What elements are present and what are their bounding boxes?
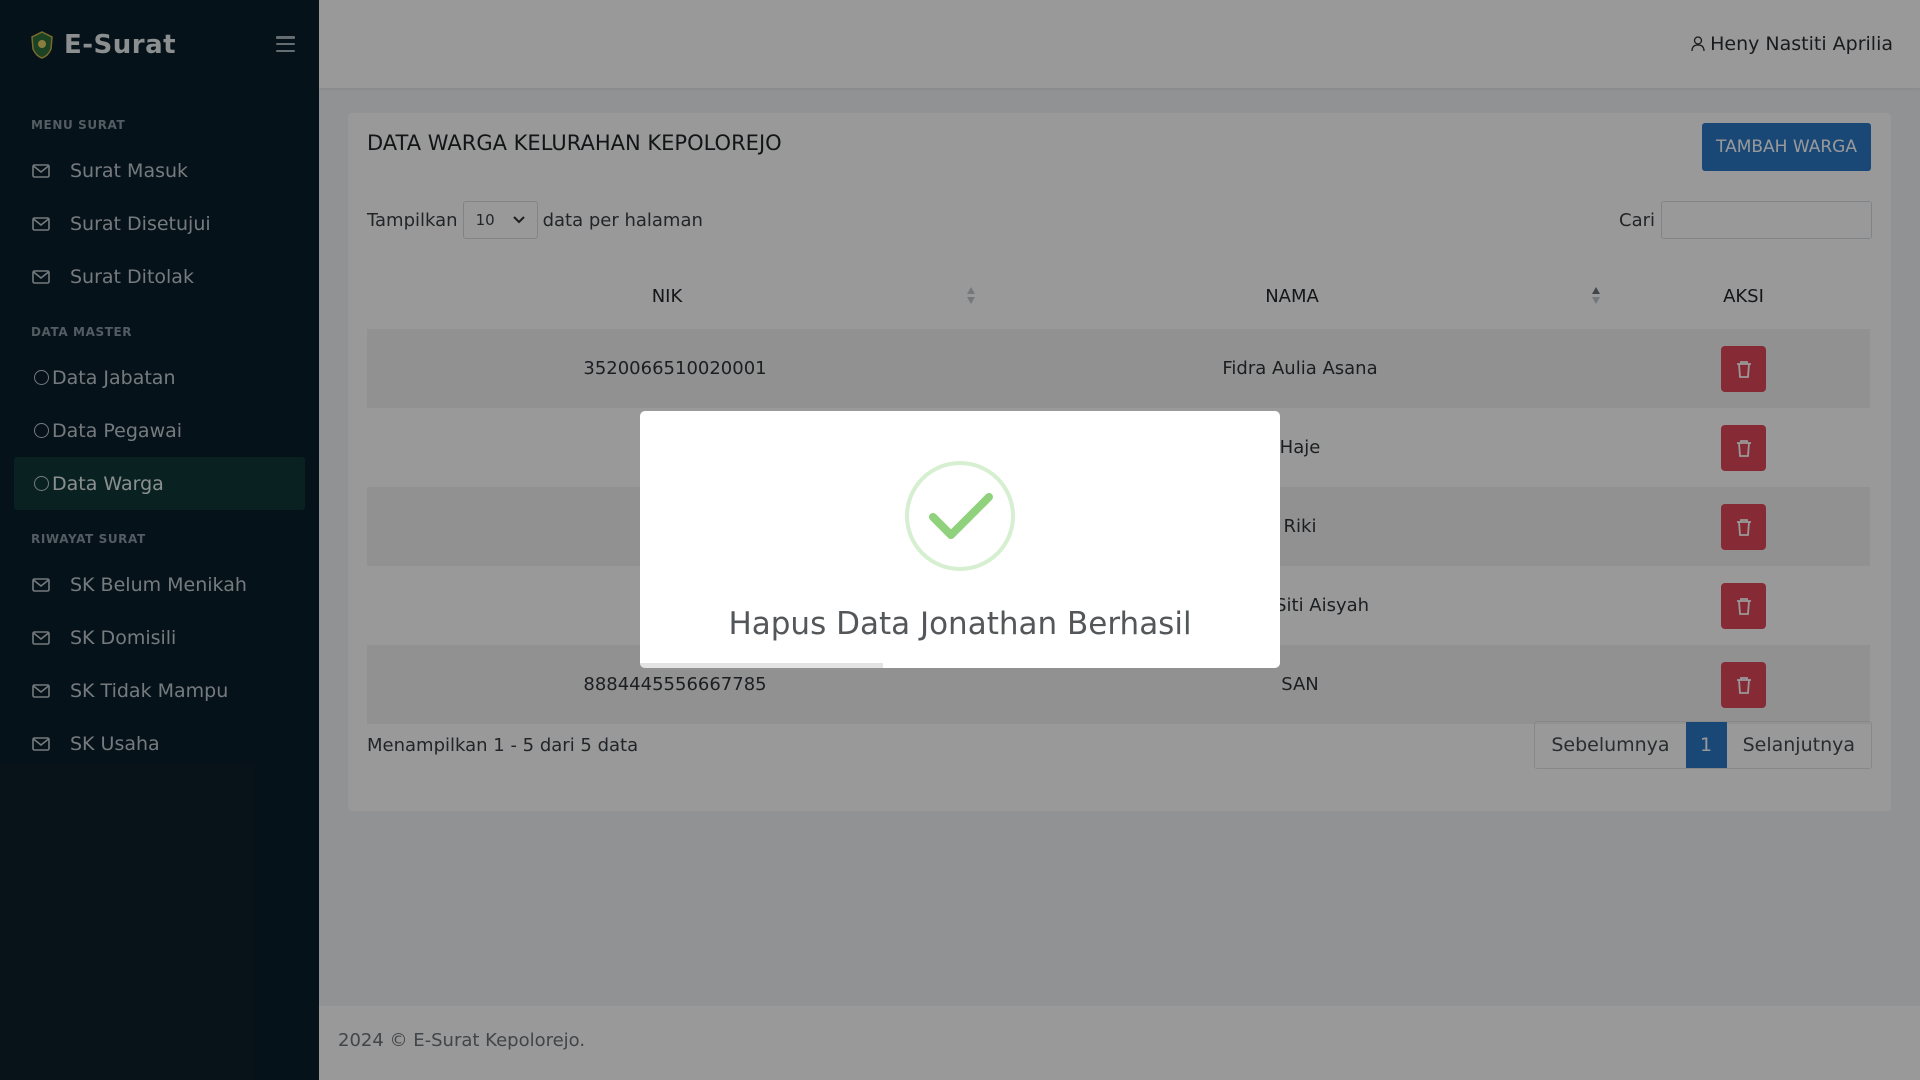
success-dialog: Hapus Data Jonathan Berhasil <box>640 411 1280 668</box>
success-check-icon <box>905 461 1015 571</box>
timer-progress-fill <box>640 663 884 668</box>
timer-progress-bar <box>640 663 1280 668</box>
dialog-title: Hapus Data Jonathan Berhasil <box>728 606 1192 642</box>
